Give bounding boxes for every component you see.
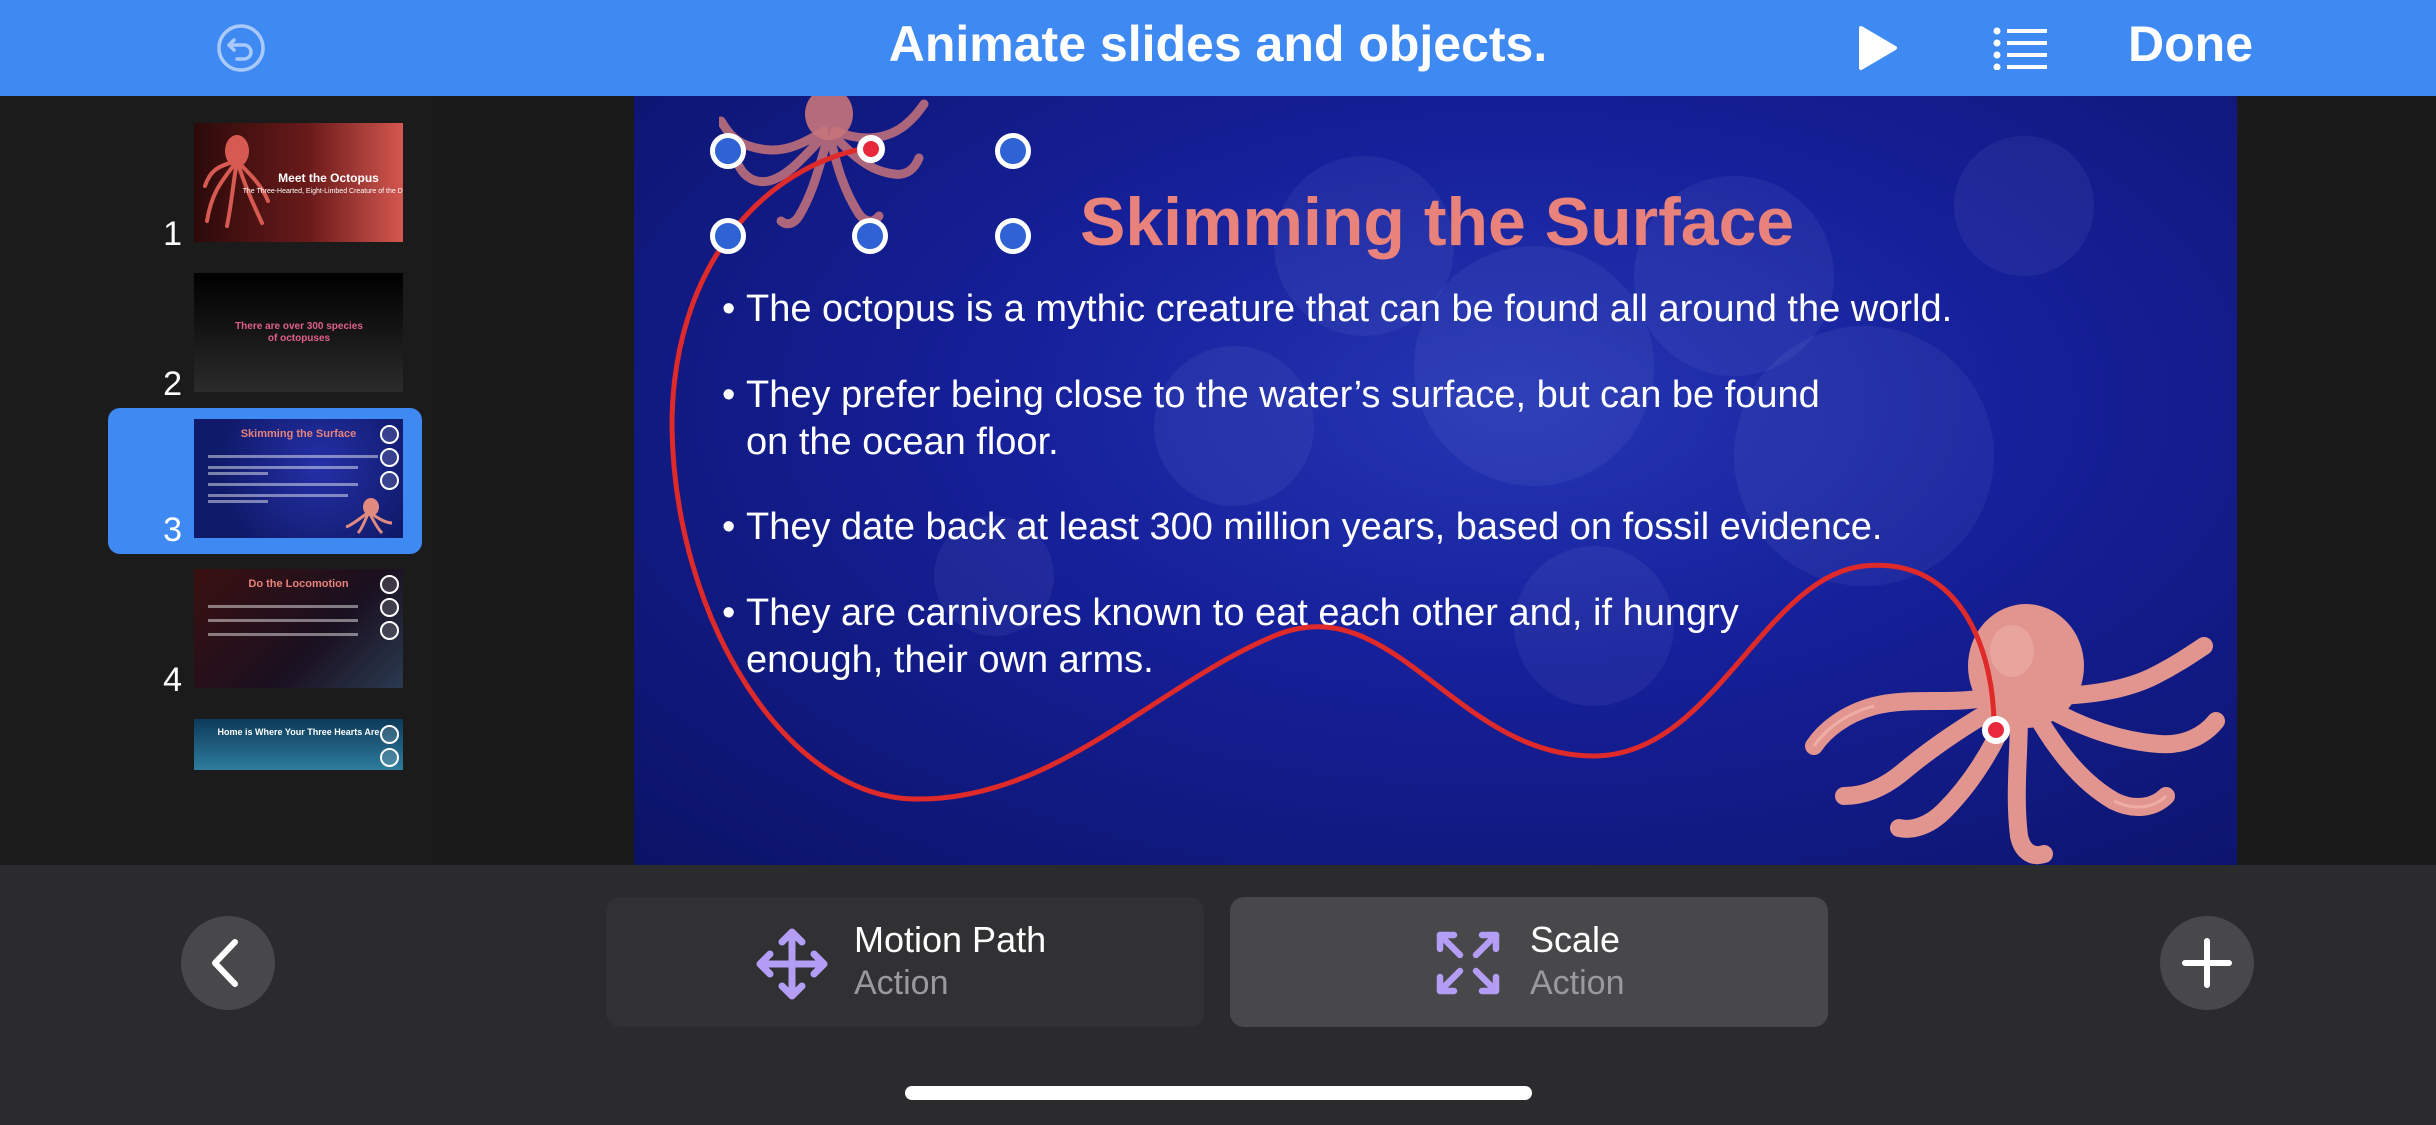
home-indicator[interactable] [905,1086,1532,1100]
back-button[interactable] [181,916,275,1010]
thumb-text-line [208,472,268,475]
toolbar-title: Animate slides and objects. [888,16,1548,72]
slide-preview: Do the Locomotion [194,569,403,688]
selection-handle-top-left[interactable] [710,133,746,169]
thumb-text-line [208,466,358,469]
move-arrows-icon [756,928,828,1000]
slide-preview: Skimming the Surface [194,419,403,538]
animation-badge [380,448,399,467]
thumb-text-line [208,455,378,458]
list-icon[interactable] [1993,26,2047,71]
card-title: Scale [1530,919,1621,960]
selection-handle-bottom-left[interactable] [710,218,746,254]
selection-handle-bottom-right[interactable] [995,218,1031,254]
add-action-button[interactable] [2160,916,2254,1010]
done-button[interactable]: Done [2128,14,2253,74]
thumb-text-line [208,494,348,497]
animation-badge [380,725,399,744]
thumb-title: Do the Locomotion [248,578,349,590]
expand-arrows-icon [1436,931,1500,995]
thumb-title: There are over 300 species of octopuses [235,321,363,344]
animation-badge [380,748,399,767]
card-subtitle: Action [1530,964,1625,1002]
card-subtitle: Action [854,964,949,1002]
thumb-text-line [208,619,358,622]
thumb-text-line [208,483,358,486]
slide-number: 3 [163,511,182,549]
slide-number: 2 [163,365,182,403]
selection-handle-top-right[interactable] [995,133,1031,169]
thumb-title: Home is Where Your Three Hearts Are [217,727,380,737]
chevron-left-icon [212,939,238,987]
animation-badge [380,598,399,617]
slide-thumbnail-3[interactable]: 3 Skimming the Surface [108,408,422,554]
thumb-text-line [208,633,358,636]
slide-preview: Home is Where Your Three Hearts Are [194,719,403,770]
slide-number: 4 [163,661,182,699]
slide-thumbnail-5[interactable]: Home is Where Your Three Hearts Are [108,708,422,770]
thumb-subtitle: The Three-Hearted, Eight-Limbed Creature… [242,188,403,195]
animation-badge [380,425,399,444]
slide-number: 1 [163,215,182,253]
thumb-text-line [208,500,268,503]
plus-icon [2182,938,2232,988]
motion-path-end-point[interactable] [1982,716,2010,744]
slide-preview: Meet the Octopus The Three-Hearted, Eigh… [194,123,403,242]
selection-handle-bottom-center[interactable] [852,218,888,254]
thumb-title: Skimming the Surface [240,428,357,440]
thumb-title: Meet the Octopus [278,171,379,185]
top-toolbar: Animate slides and objects. Done [0,0,2436,96]
animation-badge [380,471,399,490]
slide-thumbnail-1[interactable]: 1 Meet the Octopus The Three-Hearted, Ei… [108,112,422,258]
scale-action-card[interactable]: Scale Action [1230,897,1828,1027]
slide-thumbnail-4[interactable]: 4 Do the Locomotion [108,558,422,704]
motion-path[interactable] [634,96,2237,865]
play-icon[interactable] [1855,24,1899,72]
animation-badge [380,575,399,594]
slide-navigator: 1 Meet the Octopus The Three-Hearted, Ei… [0,96,435,942]
slide-thumbnail-2[interactable]: 2 There are over 300 species of octopuse… [108,262,422,408]
animation-badge [380,621,399,640]
motion-path-start-point[interactable] [857,135,885,163]
slide-preview: There are over 300 species of octopuses [194,273,403,392]
card-title: Motion Path [854,919,1047,960]
motion-path-action-card[interactable]: Motion Path Action [606,897,1204,1027]
thumb-text-line [208,605,358,608]
